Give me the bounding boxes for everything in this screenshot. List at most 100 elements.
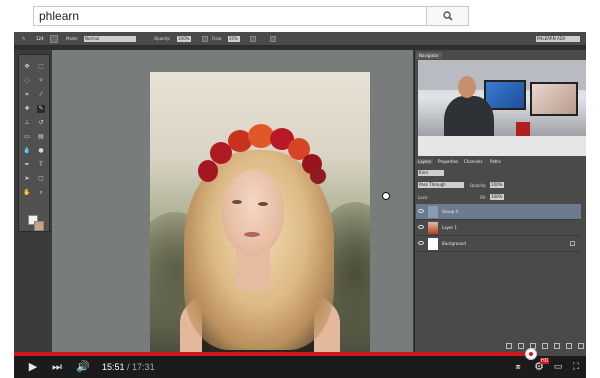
layer-style-icon[interactable] — [518, 343, 524, 349]
marquee-tool-icon[interactable]: ⬚ — [37, 63, 45, 71]
search-button[interactable] — [426, 6, 469, 26]
healing-tool-icon[interactable]: ✚ — [23, 105, 31, 113]
shape-tool-icon[interactable]: ▢ — [37, 175, 45, 183]
search-input[interactable] — [33, 6, 426, 26]
adjustment-layer-icon[interactable] — [542, 343, 548, 349]
layer-name: Layer 1 — [442, 225, 457, 230]
time-display: 15:51 / 17:31 — [102, 361, 155, 373]
dodge-tool-icon[interactable]: ● — [37, 147, 45, 155]
visibility-eye-icon[interactable] — [418, 209, 424, 213]
workspace-select[interactable]: PHLEARN ADV — [536, 36, 580, 42]
pressure-size-icon[interactable] — [270, 36, 276, 42]
youtube-header — [0, 0, 600, 32]
brush-size: 124 — [36, 36, 44, 41]
canvas-photo[interactable] — [150, 72, 370, 352]
tab-channels[interactable]: Channels — [464, 159, 483, 164]
gradient-tool-icon[interactable]: ▤ — [37, 133, 45, 141]
eyedropper-tool-icon[interactable]: ⁄ — [37, 91, 45, 99]
opacity-field[interactable]: 100% — [177, 36, 191, 42]
progress-scrubber[interactable] — [525, 348, 538, 360]
mode-label: Mode: — [66, 36, 79, 41]
hd-badge: HD — [540, 358, 550, 364]
progress-bar[interactable] — [14, 348, 586, 360]
delete-layer-icon[interactable] — [578, 343, 584, 349]
tab-navigator[interactable]: Navigator — [416, 52, 442, 59]
video-player[interactable]: ✎ 124 Mode: Normal Opacity: 100% Flow: 2… — [14, 32, 586, 378]
flower — [310, 168, 326, 184]
layer-filter-select[interactable]: Kind — [418, 170, 444, 176]
toolbox: ✥ ⬚ ◌ ✧ ⌗ ⁄ ✚ ✎ ⊥ ↺ ▭ ▤ 💧 ● ✒ T ➤ ▢ ✋ ⌕ — [18, 54, 50, 232]
crop-tool-icon[interactable]: ⌗ — [23, 91, 31, 99]
tab-properties[interactable]: Properties — [438, 159, 458, 164]
new-layer-icon[interactable] — [566, 343, 572, 349]
zoom-tool-icon[interactable]: ⌕ — [37, 189, 45, 197]
history-brush-tool-icon[interactable]: ↺ — [37, 119, 45, 127]
instructor-head — [458, 76, 476, 98]
fullscreen-icon[interactable]: ⛶ — [570, 360, 582, 374]
play-icon[interactable]: ▶ — [26, 360, 40, 374]
layer-thumbnail — [428, 222, 438, 234]
time-separator: / — [124, 362, 133, 372]
captions-icon[interactable]: ⧈ — [512, 360, 524, 374]
options-bar: ✎ 124 Mode: Normal Opacity: 100% Flow: 2… — [14, 32, 586, 46]
layer-name: Background — [442, 241, 466, 246]
type-tool-icon[interactable]: T — [37, 161, 45, 169]
blend-mode-select[interactable]: Pass Through — [418, 182, 464, 188]
layers-panel-tabs: Layers Properties Channels Paths — [416, 158, 584, 166]
current-time: 15:51 — [102, 362, 125, 372]
webcam-monitor — [530, 82, 578, 116]
visibility-eye-icon[interactable] — [418, 225, 424, 229]
theater-mode-icon[interactable]: ▭ — [552, 360, 564, 374]
duration: 17:31 — [132, 362, 155, 372]
flow-label: Flow: — [212, 36, 223, 41]
visibility-eye-icon[interactable] — [418, 241, 424, 245]
quick-select-tool-icon[interactable]: ✧ — [37, 77, 45, 85]
volume-icon[interactable]: 🔊 — [76, 360, 90, 374]
model-eye — [258, 202, 268, 206]
tab-layers[interactable]: Layers — [416, 159, 434, 164]
eraser-tool-icon[interactable]: ▭ — [23, 133, 31, 141]
lock-icon — [570, 241, 575, 246]
blur-tool-icon[interactable]: 💧 — [23, 147, 31, 155]
model-eye — [232, 200, 242, 204]
webcam-desk — [418, 136, 586, 156]
model-lips — [244, 232, 260, 237]
hand-tool-icon[interactable]: ✋ — [23, 189, 31, 197]
brush-panel-icon — [50, 35, 58, 43]
layer-row-layer-1[interactable]: Layer 1 — [416, 220, 581, 236]
airbrush-icon[interactable] — [250, 36, 256, 42]
layer-name: Group 4 — [442, 209, 458, 214]
fill-label: Fill: — [480, 195, 487, 200]
layers-panel-footer — [416, 342, 584, 350]
flow-field[interactable]: 20% — [228, 36, 240, 42]
model-neck — [236, 250, 270, 290]
model-face — [222, 170, 284, 256]
background-color-swatch[interactable] — [34, 221, 44, 231]
progress-played — [14, 352, 532, 356]
photoshop-window: ✎ 124 Mode: Normal Opacity: 100% Flow: 2… — [14, 32, 586, 352]
layer-row-background[interactable]: Background — [416, 236, 581, 252]
player-controls: ▶ ⏭ 🔊 15:51 / 17:31 ⧈ ⚙ HD ▭ ⛶ — [14, 348, 586, 378]
opacity-label: Opacity: — [154, 36, 171, 41]
brush-tool-icon[interactable]: ✎ — [37, 105, 45, 113]
tab-paths[interactable]: Paths — [490, 159, 501, 164]
brush-tool-icon: ✎ — [22, 36, 26, 41]
layer-row-group-4[interactable]: Group 4 — [416, 204, 581, 220]
lock-label: Lock: — [418, 195, 429, 200]
search-icon — [442, 11, 453, 21]
pressure-opacity-icon[interactable] — [202, 36, 208, 42]
pen-tool-icon[interactable]: ✒ — [23, 161, 31, 169]
clone-stamp-tool-icon[interactable]: ⊥ — [23, 119, 31, 127]
fill-field[interactable]: 100% — [490, 194, 504, 200]
lasso-tool-icon[interactable]: ◌ — [23, 77, 31, 85]
mode-select[interactable]: Normal — [84, 36, 136, 42]
move-tool-icon[interactable]: ✥ — [23, 63, 31, 71]
link-layers-icon[interactable] — [506, 343, 512, 349]
path-select-tool-icon[interactable]: ➤ — [23, 175, 31, 183]
layer-opacity-field[interactable]: 100% — [490, 182, 504, 188]
layer-opacity-label: Opacity: — [470, 183, 487, 188]
folder-icon — [428, 206, 438, 218]
new-group-icon[interactable] — [554, 343, 560, 349]
next-icon[interactable]: ⏭ — [50, 360, 64, 374]
layer-thumbnail — [428, 238, 438, 250]
